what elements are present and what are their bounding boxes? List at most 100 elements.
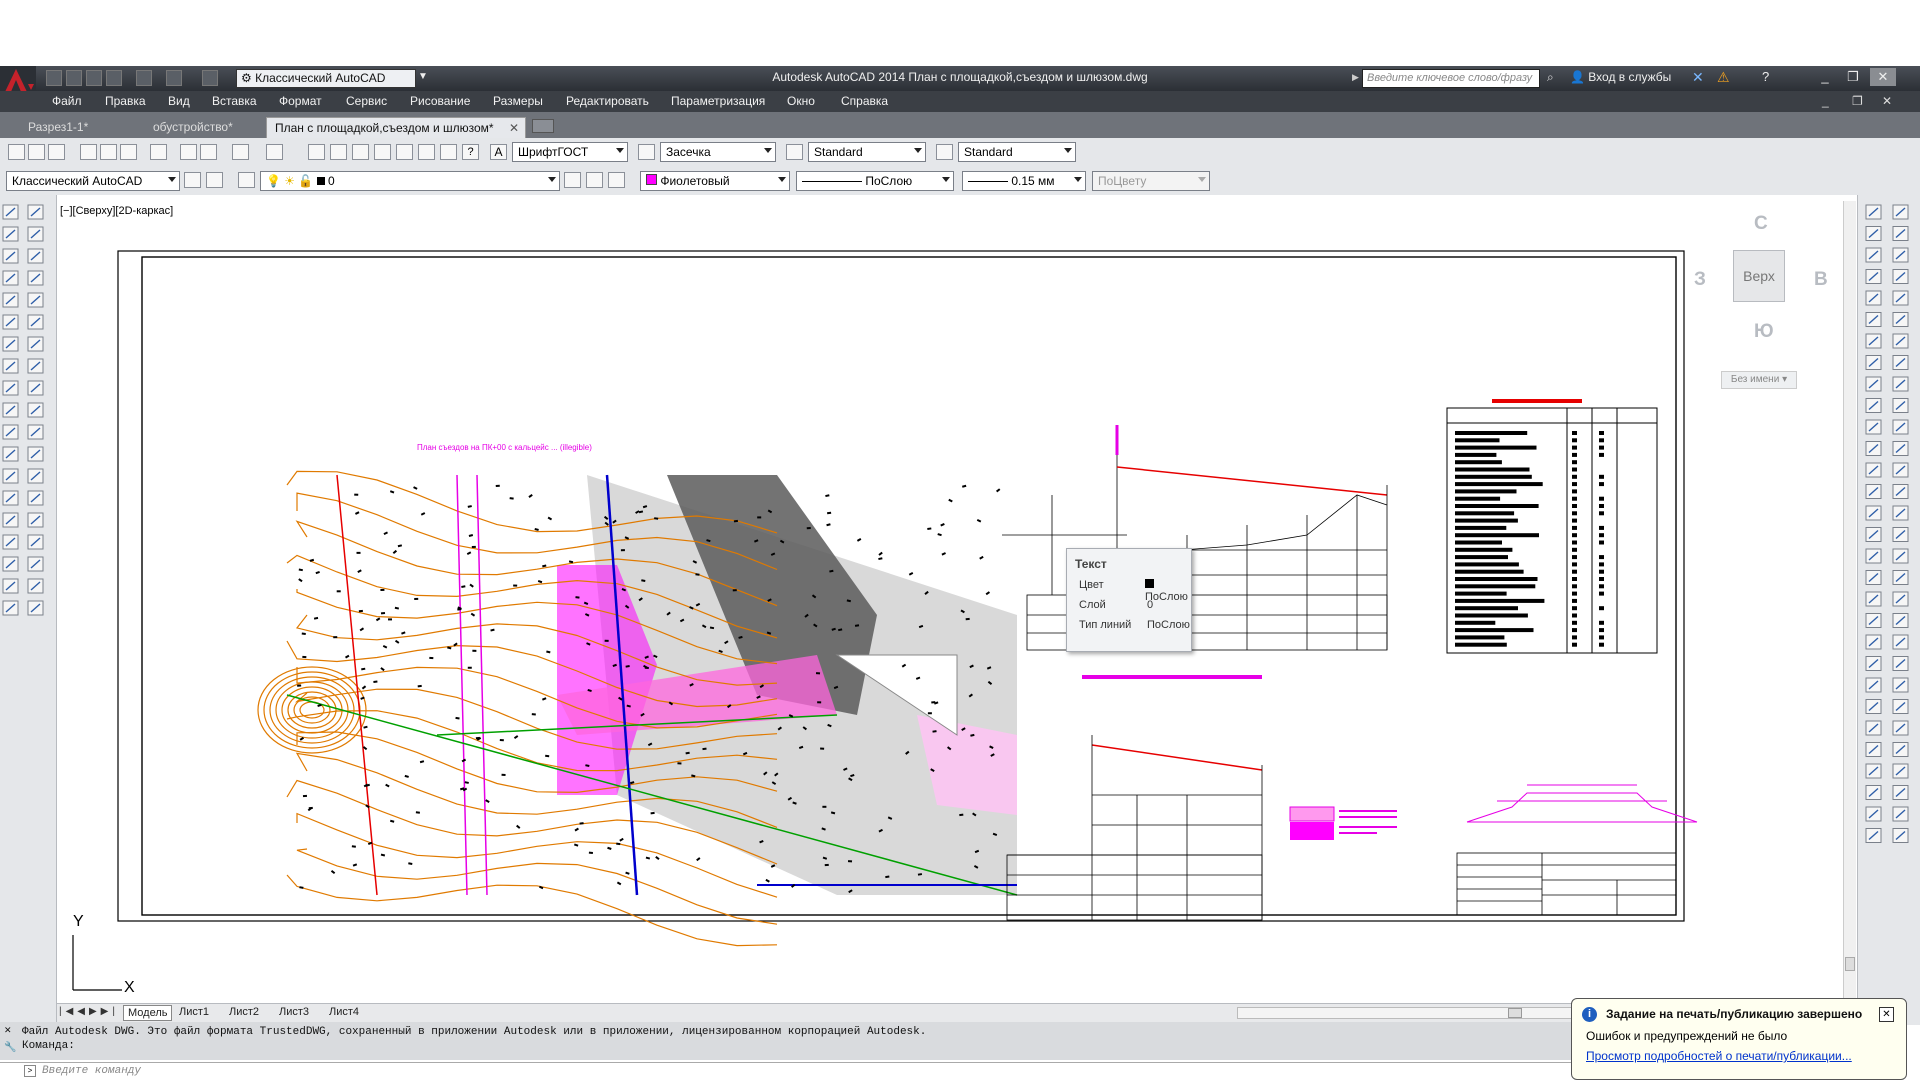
text-style-icon[interactable]: A <box>490 144 507 160</box>
layer-previous-icon[interactable] <box>586 172 603 188</box>
horizontal-scroll-thumb[interactable] <box>1508 1008 1522 1018</box>
qnew-icon[interactable] <box>8 144 25 160</box>
doc-minimize-button[interactable]: _ <box>1822 94 1829 108</box>
viewport-controls[interactable]: [−][Сверху][2D-каркас] <box>60 205 173 217</box>
menu-window[interactable]: Окно <box>787 94 815 108</box>
redo-icon[interactable] <box>266 144 283 160</box>
command-input[interactable]: Введите команду <box>42 1065 141 1077</box>
menu-modify[interactable]: Редактировать <box>566 94 649 108</box>
menu-file[interactable]: Файл <box>52 94 82 108</box>
menu-help[interactable]: Справка <box>841 94 888 108</box>
markup-icon[interactable] <box>440 144 457 160</box>
draw-tool-icons[interactable] <box>0 195 56 655</box>
menu-parametric[interactable]: Параметризация <box>671 94 765 108</box>
doc-restore-button[interactable]: ❐ <box>1852 94 1863 108</box>
dim-style-icon[interactable] <box>638 144 655 160</box>
menu-view[interactable]: Вид <box>168 94 190 108</box>
save-icon[interactable] <box>48 144 65 160</box>
design-center-icon[interactable] <box>374 144 391 160</box>
customize-command-icon[interactable]: 🔧 <box>4 1042 16 1054</box>
menu-edit[interactable]: Правка <box>105 94 146 108</box>
lineweight-dropdown[interactable]: 0.15 мм <box>962 171 1086 191</box>
workspace-dropdown-2[interactable]: Классический AutoCAD <box>6 171 180 191</box>
close-tab-icon[interactable]: ✕ <box>509 121 519 135</box>
menu-format[interactable]: Формат <box>279 94 322 108</box>
text-style-dropdown[interactable]: ШрифтГОСТ <box>512 142 628 162</box>
new-icon[interactable] <box>46 70 62 86</box>
layer-dropdown[interactable]: 💡 ☀ 🔓 0 <box>260 171 560 191</box>
viewcube-south[interactable]: Ю <box>1754 321 1774 343</box>
viewcube[interactable]: С З В Ю Верх <box>1692 213 1832 363</box>
table-style-dropdown[interactable]: Standard <box>808 142 926 162</box>
viewcube-north[interactable]: С <box>1754 213 1768 235</box>
mleader-style-dropdown[interactable]: Standard <box>958 142 1076 162</box>
undo-icon[interactable] <box>166 70 182 86</box>
plot-icon[interactable] <box>80 144 97 160</box>
close-button[interactable]: ✕ <box>1870 68 1896 86</box>
close-command-icon[interactable]: ✕ <box>4 1026 12 1036</box>
mleader-style-icon[interactable] <box>936 144 953 160</box>
vertical-scroll-thumb[interactable] <box>1845 957 1855 971</box>
layout-nav-buttons[interactable]: |◀◀▶▶| <box>59 1006 119 1017</box>
tool-palettes-icon[interactable] <box>396 144 413 160</box>
workspace-settings-icon[interactable] <box>184 172 201 188</box>
vertical-scrollbar[interactable] <box>1843 201 1856 1001</box>
open-icon[interactable] <box>28 144 45 160</box>
sheet-set-icon[interactable] <box>418 144 435 160</box>
plot-icon[interactable] <box>136 70 152 86</box>
dimension-tool-icons[interactable] <box>1858 195 1920 855</box>
save-as-icon[interactable] <box>106 70 122 86</box>
make-current-layer-icon[interactable] <box>564 172 581 188</box>
pan-icon[interactable] <box>308 144 325 160</box>
help-icon[interactable]: ? <box>1762 69 1769 84</box>
copy-icon[interactable] <box>200 144 217 160</box>
help-icon[interactable]: ? <box>462 144 479 160</box>
color-dropdown[interactable]: Фиолетовый <box>640 171 790 191</box>
cut-icon[interactable] <box>180 144 197 160</box>
menu-insert[interactable]: Вставка <box>212 94 257 108</box>
doc-close-button[interactable]: ✕ <box>1882 94 1892 108</box>
properties-icon[interactable] <box>352 144 369 160</box>
open-icon[interactable] <box>66 70 82 86</box>
viewcube-east[interactable]: В <box>1814 269 1828 291</box>
notification-details-link[interactable]: Просмотр подробностей о печати/публикаци… <box>1586 1049 1852 1063</box>
file-tab-obustroystvo[interactable]: обустройство* <box>145 117 270 138</box>
menu-tools[interactable]: Сервис <box>346 94 387 108</box>
viewcube-west[interactable]: З <box>1694 269 1706 291</box>
ucs-menu[interactable]: Без имени ▾ <box>1721 371 1797 389</box>
subscription-icon[interactable]: ⚠ <box>1717 69 1730 86</box>
layout-tab-sheet4[interactable]: Лист4 <box>325 1005 363 1019</box>
binoculars-icon[interactable]: ⌕ <box>1547 70 1554 85</box>
layer-state-icon[interactable] <box>608 172 625 188</box>
new-tab-icon[interactable] <box>532 119 554 133</box>
3d-print-icon[interactable] <box>150 144 167 160</box>
plot-preview-icon[interactable] <box>100 144 117 160</box>
layout-tab-sheet3[interactable]: Лист3 <box>275 1005 313 1019</box>
minimize-button[interactable]: _ <box>1812 68 1838 86</box>
zoom-icon[interactable] <box>330 144 347 160</box>
workspace-save-icon[interactable] <box>206 172 223 188</box>
save-icon[interactable] <box>86 70 102 86</box>
layout-tab-sheet1[interactable]: Лист1 <box>175 1005 213 1019</box>
exchange-icon[interactable]: ✕ <box>1692 69 1704 86</box>
command-prompt-icon[interactable]: > <box>24 1065 36 1077</box>
command-line[interactable]: > Введите команду <box>0 1062 1580 1081</box>
layout-tab-sheet2[interactable]: Лист2 <box>225 1005 263 1019</box>
file-tab-razrez[interactable]: Разрез1-1* <box>20 117 140 138</box>
close-notification-button[interactable]: ✕ <box>1879 1007 1894 1022</box>
table-style-icon[interactable] <box>786 144 803 160</box>
menu-dimension[interactable]: Размеры <box>493 94 543 108</box>
linetype-dropdown[interactable]: ПоСлою <box>796 171 954 191</box>
restore-button[interactable]: ❐ <box>1840 68 1866 86</box>
publish-icon[interactable] <box>120 144 137 160</box>
sign-in-button[interactable]: 👤 Вход в службы <box>1570 70 1671 84</box>
quick-access-menu-icon[interactable]: ▼ <box>418 71 428 82</box>
viewcube-face-top[interactable]: Верх <box>1733 250 1785 302</box>
layer-properties-icon[interactable] <box>238 172 255 188</box>
search-expand-icon[interactable]: ▶ <box>1352 72 1359 83</box>
file-tab-plan[interactable]: План с площадкой,съездом и шлюзом* ✕ <box>266 117 526 138</box>
model-space-canvas[interactable]: План съездов на ПК+00 с кальцейс ... (il… <box>57 195 1857 1005</box>
layout-tab-model[interactable]: Модель <box>123 1005 173 1021</box>
workspace-dropdown[interactable]: ⚙ Классический AutoCAD <box>236 69 416 88</box>
menu-draw[interactable]: Рисование <box>410 94 470 108</box>
